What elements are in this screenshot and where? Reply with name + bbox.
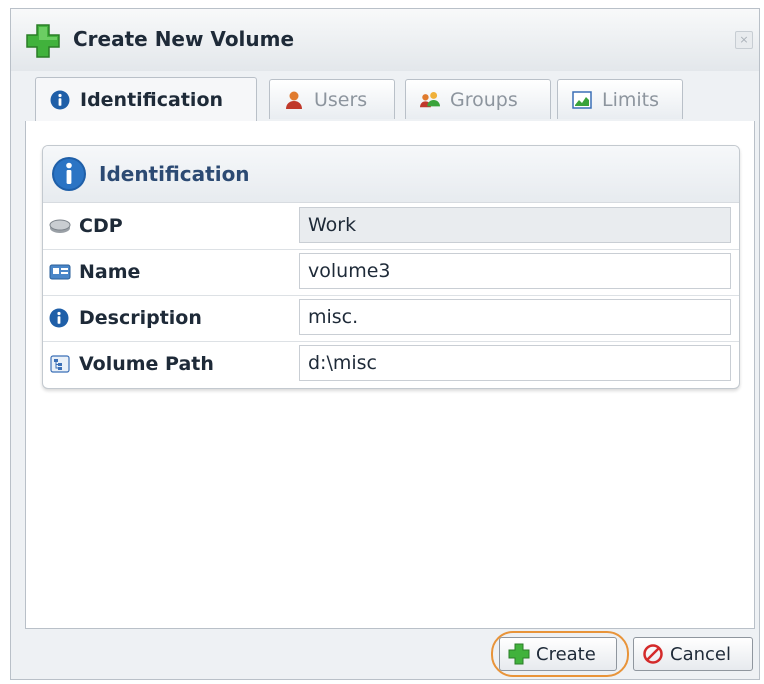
volume-path-label: Volume Path (79, 353, 214, 375)
description-row: Description misc. (43, 295, 739, 342)
group-icon (420, 91, 440, 107)
create-button[interactable]: Create (499, 637, 617, 671)
tab-content-panel: Identification CDP Work Name volume3 Des… (25, 121, 755, 629)
description-input[interactable]: misc. (299, 299, 731, 335)
cancel-icon (643, 644, 663, 664)
tab-limits[interactable]: Limits (557, 79, 683, 119)
name-label: Name (79, 261, 141, 283)
create-button-label: Create (536, 643, 596, 665)
name-card-icon (49, 264, 71, 280)
tab-label: Identification (80, 89, 224, 111)
disk-icon (49, 219, 71, 233)
name-row: Name volume3 (43, 249, 739, 296)
info-icon (49, 308, 69, 328)
cdp-field: Work (299, 207, 731, 243)
identification-fieldset: Identification CDP Work Name volume3 Des… (42, 145, 740, 389)
fieldset-header: Identification (43, 146, 739, 203)
dialog-footer: Create Cancel (25, 631, 755, 677)
cancel-button-label: Cancel (670, 643, 731, 665)
folder-tree-icon (50, 355, 70, 373)
tab-strip: Identification Users Groups Limits (25, 73, 755, 122)
cancel-button[interactable]: Cancel (633, 637, 753, 671)
add-icon (508, 643, 530, 665)
volume-path-input[interactable]: d:\misc (299, 345, 731, 381)
close-button[interactable]: × (735, 31, 753, 49)
tab-label: Limits (602, 88, 659, 111)
tab-identification[interactable]: Identification (35, 77, 257, 122)
name-input[interactable]: volume3 (299, 253, 731, 289)
tab-label: Groups (450, 88, 518, 111)
fieldset-title: Identification (99, 162, 250, 186)
cdp-row: CDP Work (43, 203, 739, 250)
cdp-label: CDP (79, 215, 123, 237)
info-icon (52, 157, 86, 191)
volume-path-label-cell: Volume Path (43, 341, 299, 387)
volume-path-row: Volume Path d:\misc (43, 341, 739, 387)
dialog-title-bar: Create New Volume × (11, 9, 759, 71)
create-volume-dialog: Create New Volume × Identification Users (10, 8, 760, 680)
name-label-cell: Name (43, 249, 299, 295)
user-icon (286, 91, 302, 109)
tab-label: Users (314, 88, 368, 111)
tab-groups[interactable]: Groups (405, 79, 551, 119)
chart-icon (572, 90, 592, 109)
add-icon (26, 24, 60, 58)
dialog-title: Create New Volume (73, 27, 295, 51)
info-icon (50, 90, 70, 110)
description-label-cell: Description (43, 295, 299, 341)
tab-users[interactable]: Users (269, 79, 395, 119)
cdp-label-cell: CDP (43, 203, 299, 249)
description-label: Description (79, 307, 202, 329)
